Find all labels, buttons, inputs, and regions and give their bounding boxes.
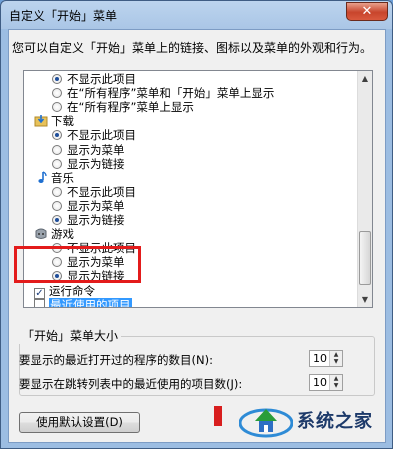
checkbox-option[interactable]: ✓ 运行命令 [34,283,95,299]
customize-start-menu-window: 自定义「开始」菜单 ✕ 您可以自定义「开始」菜单上的链接、图标以及菜单的外观和行… [0,0,393,449]
radio-button[interactable] [52,271,62,282]
option-label: 不显示此项目 [67,241,136,256]
option-label: 显示为菜单 [67,198,125,213]
radio-button[interactable] [52,186,62,197]
use-default-settings-button[interactable]: 使用默认设置(D) [19,412,140,433]
close-button[interactable]: ✕ [346,2,388,21]
category-header: 音乐 [34,171,74,185]
dialog-client-area: 您可以自定义「开始」菜单上的链接、图标以及菜单的外观和行为。 不显示此项目 在“所… [8,29,386,443]
recent-programs-label: 要显示的最近打开过的程序的数目(N): [19,353,213,367]
option-label: 运行命令 [49,283,95,298]
jumplist-items-value[interactable]: 10 [313,376,327,389]
scroll-up-arrow-icon[interactable]: ▲ [358,71,372,86]
radio-option[interactable]: 不显示此项目 [52,241,136,255]
jumplist-items-stepper[interactable]: 10 ▲ ▼ [309,374,343,391]
games-icon [34,227,48,240]
radio-button[interactable] [52,130,62,141]
stepper-up-icon[interactable]: ▲ [330,351,342,358]
radio-option[interactable]: 不显示此项目 [52,185,136,199]
listbox-scrollbar[interactable]: ▲ ▼ [357,71,372,307]
scrollbar-thumb[interactable] [359,231,371,285]
radio-button[interactable] [52,158,62,169]
option-label: 最近使用的项目 [49,297,132,307]
radio-option[interactable]: 不显示此项目 [52,72,136,86]
option-label: 不显示此项目 [67,72,136,86]
radio-button[interactable] [52,102,62,113]
radio-option[interactable]: 在“所有程序”菜单上显示 [52,100,194,114]
radio-button[interactable] [52,200,62,211]
dialog-description: 您可以自定义「开始」菜单上的链接、图标以及菜单的外观和行为。 [12,41,373,55]
radio-option[interactable]: 显示为菜单 [52,143,125,157]
title-bar[interactable]: 自定义「开始」菜单 ✕ [1,1,393,29]
option-label: 不显示此项目 [67,184,136,199]
option-label: 显示为菜单 [67,255,125,270]
site-watermark: 系统之家 [239,397,389,441]
radio-option[interactable]: 显示为链接 [52,213,125,227]
option-label: 显示为链接 [67,156,125,171]
option-label: 音乐 [51,170,74,185]
radio-option[interactable]: 在“所有程序”菜单和「开始」菜单上显示 [52,86,274,100]
stepper-down-icon[interactable]: ▼ [330,358,342,365]
music-note-icon [34,171,48,184]
start-menu-size-title: 「开始」菜单大小 [19,327,122,344]
stepper-down-icon[interactable]: ▼ [330,382,342,389]
category-header: 下载 [34,114,74,128]
radio-button[interactable] [52,88,62,99]
option-label: 游戏 [51,227,74,242]
stepper-up-icon[interactable]: ▲ [330,375,342,382]
radio-option[interactable]: 显示为链接 [52,157,125,171]
radio-button[interactable] [52,243,62,254]
radio-button[interactable] [52,74,62,84]
radio-button[interactable] [52,257,62,268]
download-folder-icon [34,114,48,127]
checkbox-option[interactable]: 最近使用的项目 [34,297,132,307]
partial-button-fragment [214,406,222,426]
option-label: 在“所有程序”菜单和「开始」菜单上显示 [67,86,275,101]
option-label: 不显示此项目 [67,128,136,143]
house-logo-icon [239,408,293,438]
radio-option[interactable]: 显示为菜单 [52,199,125,213]
window-title: 自定义「开始」菜单 [9,9,118,23]
recent-programs-value[interactable]: 10 [313,352,327,365]
radio-button[interactable] [52,215,62,225]
radio-option[interactable]: 显示为链接 [52,269,125,283]
option-label: 显示为菜单 [67,142,125,157]
radio-button[interactable] [52,144,62,155]
option-label: 下载 [51,114,74,129]
options-listbox[interactable]: 不显示此项目 在“所有程序”菜单和「开始」菜单上显示 在“所有程序”菜单上显示 下载不… [23,70,373,308]
checkbox[interactable] [34,298,45,307]
jumplist-items-label: 要显示在跳转列表中的最近使用的项目数(J): [19,377,243,391]
scroll-down-arrow-icon[interactable]: ▼ [358,292,372,307]
radio-option[interactable]: 显示为菜单 [52,255,125,269]
option-label: 显示为链接 [67,213,125,227]
option-label: 显示为链接 [67,269,125,284]
recent-programs-stepper[interactable]: 10 ▲ ▼ [309,350,343,367]
option-label: 在“所有程序”菜单上显示 [67,100,194,115]
category-header: 游戏 [34,227,74,241]
watermark-text: 系统之家 [297,411,373,432]
radio-option[interactable]: 不显示此项目 [52,128,136,142]
